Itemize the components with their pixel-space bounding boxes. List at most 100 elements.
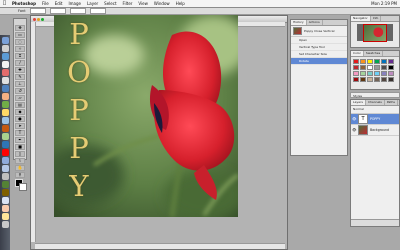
type-tool-icon[interactable]: T — [15, 130, 25, 136]
notes-tool-icon[interactable]: ▯ — [15, 151, 25, 157]
color-swatch[interactable] — [381, 59, 387, 64]
healing-brush-tool-icon[interactable]: ✚ — [15, 67, 25, 73]
history-step[interactable]: Set Character Size — [291, 51, 347, 58]
history-brush-tool-icon[interactable]: ↺ — [15, 88, 25, 94]
dock-app-icon[interactable] — [1, 77, 9, 84]
dock-app-icon[interactable] — [1, 85, 9, 92]
dock-app-icon[interactable] — [1, 173, 9, 180]
dock-app-icon[interactable] — [1, 213, 9, 220]
color-swatch[interactable] — [374, 59, 380, 64]
magic-wand-tool-icon[interactable]: ✧ — [15, 46, 25, 52]
apple-menu-icon[interactable]:  — [0, 0, 9, 7]
navigator-tab-navigator[interactable]: Navigator — [351, 16, 371, 21]
history-step[interactable]: Open — [291, 37, 347, 44]
vertical-ruler[interactable] — [31, 22, 36, 242]
dock-app-icon[interactable] — [1, 221, 9, 228]
color-swatch[interactable] — [353, 65, 359, 70]
blur-tool-icon[interactable]: ◆ — [15, 109, 25, 115]
dock-app-icon[interactable] — [1, 53, 9, 60]
dock-app-icon[interactable] — [1, 37, 9, 44]
menu-filter[interactable]: Filter — [120, 0, 136, 7]
dock-app-icon[interactable] — [1, 117, 9, 124]
layers-tab-paths[interactable]: Paths — [385, 100, 398, 105]
color-swatch[interactable] — [374, 71, 380, 76]
menu-photoshop[interactable]: Photoshop — [9, 0, 39, 7]
dock-app-icon[interactable] — [1, 189, 9, 196]
gradient-tool-icon[interactable]: ▤ — [15, 102, 25, 108]
dock-app-icon[interactable] — [1, 93, 9, 100]
color-swatch[interactable] — [360, 77, 366, 82]
pen-tool-icon[interactable]: ✒ — [15, 137, 25, 143]
color-swatch[interactable] — [353, 59, 359, 64]
dock-app-icon[interactable] — [1, 69, 9, 76]
color-swatch[interactable] — [374, 65, 380, 70]
dodge-tool-icon[interactable]: ● — [15, 116, 25, 122]
lasso-tool-icon[interactable]: ◌ — [15, 39, 25, 45]
hand-tool-icon[interactable]: ✋ — [15, 165, 25, 171]
dock-app-icon[interactable] — [1, 197, 9, 204]
color-swatch[interactable] — [388, 65, 394, 70]
layers-tab-channels[interactable]: Channels — [366, 100, 385, 105]
color-swatch[interactable] — [388, 59, 394, 64]
color-swatch[interactable] — [388, 71, 394, 76]
menu-image[interactable]: Image — [65, 0, 84, 7]
history-tab-actions[interactable]: Actions — [307, 20, 323, 25]
layer-row[interactable]: 👁 T POPPY — [351, 114, 399, 125]
color-swatch[interactable] — [360, 71, 366, 76]
dock-app-icon[interactable] — [1, 181, 9, 188]
menu-edit[interactable]: Edit — [52, 0, 66, 7]
styles-panel[interactable]: Styles — [350, 92, 400, 98]
dock-app-icon[interactable] — [1, 141, 9, 148]
crop-tool-icon[interactable]: ⌗ — [15, 53, 25, 59]
navigator-preview[interactable] — [357, 23, 393, 42]
dock-app-icon[interactable] — [1, 205, 9, 212]
color-swatch[interactable] — [381, 77, 387, 82]
color-swatch[interactable] — [388, 77, 394, 82]
history-tab-history[interactable]: History — [291, 20, 307, 25]
color-swatch[interactable] — [381, 65, 387, 70]
menu-help[interactable]: Help — [173, 0, 188, 7]
font-family-select[interactable] — [29, 8, 46, 14]
menu-select[interactable]: Select — [101, 0, 119, 7]
marquee-tool-icon[interactable]: ▭ — [15, 32, 25, 38]
shape-tool-icon[interactable]: ■ — [15, 144, 25, 150]
navigator-tab-info[interactable]: Info — [371, 16, 382, 21]
dock-app-icon[interactable] — [1, 157, 9, 164]
menu-file[interactable]: File — [39, 0, 52, 7]
color-swatch[interactable] — [367, 77, 373, 82]
color-swatch[interactable] — [381, 71, 387, 76]
dock-app-icon[interactable] — [1, 61, 9, 68]
color-swatch[interactable] — [367, 65, 373, 70]
eraser-tool-icon[interactable]: ▱ — [15, 95, 25, 101]
slice-tool-icon[interactable]: / — [15, 60, 25, 66]
color-swatch[interactable] — [353, 71, 359, 76]
color-swatch[interactable] — [353, 77, 359, 82]
layers-tab-layers[interactable]: Layers — [351, 100, 366, 105]
menu-layer[interactable]: Layer — [84, 0, 101, 7]
history-step[interactable]: Vertical Type Tool — [291, 44, 347, 51]
eyedropper-tool-icon[interactable]: ⌇ — [15, 158, 25, 164]
background-color[interactable] — [18, 183, 27, 191]
dock-app-icon[interactable] — [1, 149, 9, 156]
clock[interactable]: Mon 2:19 PM — [371, 0, 397, 7]
dock-app-icon[interactable] — [1, 133, 9, 140]
color-swatch[interactable] — [360, 65, 366, 70]
font-size-select[interactable] — [69, 8, 86, 14]
visibility-eye-icon[interactable]: 👁 — [352, 117, 356, 121]
navigator-view-box[interactable] — [363, 23, 387, 42]
antialias-select[interactable] — [89, 8, 106, 14]
image-canvas[interactable]: POPPY — [54, 15, 238, 217]
dock-app-icon[interactable] — [1, 101, 9, 108]
visibility-eye-icon[interactable]: 👁 — [352, 128, 356, 132]
swatches-tab-color[interactable]: Color — [351, 51, 364, 56]
swatches-tab-swatches[interactable]: Swatches — [364, 51, 384, 56]
brush-tool-icon[interactable]: ✎ — [15, 74, 25, 80]
history-snapshot[interactable]: Poppy Close Vertical — [291, 26, 347, 37]
minimize-icon[interactable] — [37, 17, 40, 21]
close-icon[interactable] — [33, 17, 36, 21]
menu-window[interactable]: Window — [151, 0, 173, 7]
blend-mode-select[interactable]: Normal — [353, 106, 364, 113]
dock-app-icon[interactable] — [1, 109, 9, 116]
clone-stamp-tool-icon[interactable]: ⊥ — [15, 81, 25, 87]
dock-app-icon[interactable] — [1, 125, 9, 132]
